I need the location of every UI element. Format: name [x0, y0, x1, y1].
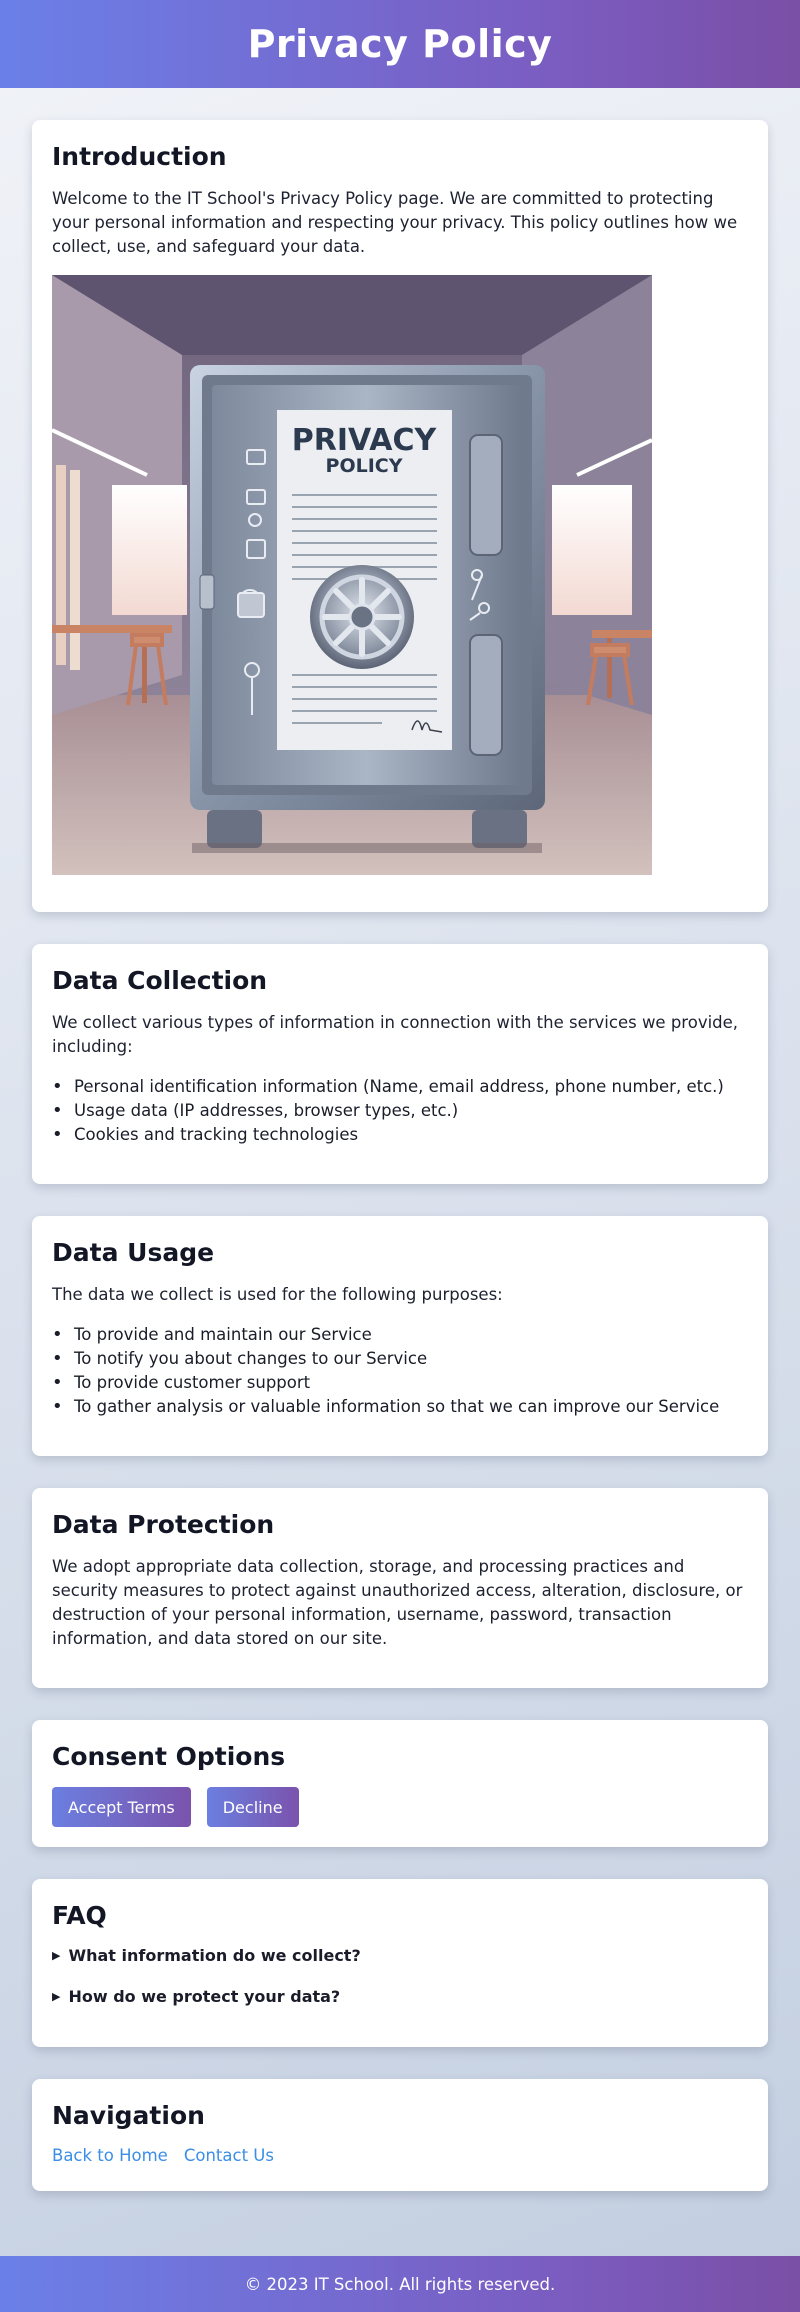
list-item: To gather analysis or valuable informati… [52, 1395, 748, 1419]
data-collection-list: Personal identification information (Nam… [52, 1075, 748, 1147]
list-item: To provide and maintain our Service [52, 1323, 748, 1347]
section-heading: Data Usage [52, 1238, 215, 1267]
list-item: To provide customer support [52, 1371, 748, 1395]
svg-text:POLICY: POLICY [326, 455, 403, 477]
faq-section: FAQ ▶ What information do we collect? ▶ … [32, 1879, 768, 2047]
list-item: Cookies and tracking technologies [52, 1123, 748, 1147]
page-header: Privacy Policy [0, 0, 800, 88]
section-heading: Navigation [52, 2101, 205, 2130]
section-heading: Data Collection [52, 966, 268, 995]
svg-text:PRIVACY: PRIVACY [292, 423, 438, 458]
consent-button-row: Accept Terms Decline [52, 1787, 748, 1827]
navigation-links: Back to Home Contact Us [52, 2146, 748, 2165]
list-item: Usage data (IP addresses, browser types,… [52, 1099, 748, 1123]
faq-question: How do we protect your data? [68, 1987, 341, 2006]
introduction-section: Introduction Welcome to the IT School's … [32, 120, 768, 912]
data-usage-section: Data Usage The data we collect is used f… [32, 1216, 768, 1456]
accept-terms-button[interactable]: Accept Terms [52, 1787, 191, 1827]
data-collection-section: Data Collection We collect various types… [32, 944, 768, 1184]
copyright-text: © 2023 IT School. All rights reserved. [244, 2274, 556, 2294]
consent-options-section: Consent Options Accept Terms Decline [32, 1720, 768, 1847]
data-usage-text: The data we collect is used for the foll… [52, 1285, 503, 1304]
privacy-safe-illustration: PRIVACY POLICY [52, 275, 652, 875]
section-heading: Introduction [52, 142, 227, 171]
decline-button[interactable]: Decline [206, 1787, 299, 1827]
data-collection-text: We collect various types of information … [52, 1013, 739, 1056]
section-heading: FAQ [52, 1901, 107, 1930]
list-item: To notify you about changes to our Servi… [52, 1347, 748, 1371]
data-protection-section: Data Protection We adopt appropriate dat… [32, 1488, 768, 1688]
page-footer: © 2023 IT School. All rights reserved. [0, 2256, 800, 2312]
disclosure-triangle-icon: ▶ [52, 1949, 61, 1962]
faq-item[interactable]: ▶ How do we protect your data? [52, 1987, 748, 2006]
section-heading: Consent Options [52, 1742, 286, 1771]
data-protection-text: We adopt appropriate data collection, st… [52, 1557, 743, 1648]
list-item: Personal identification information (Nam… [52, 1075, 748, 1099]
data-usage-list: To provide and maintain our Service To n… [52, 1323, 748, 1419]
navigation-section: Navigation Back to Home Contact Us [32, 2079, 768, 2191]
privacy-safe-image: PRIVACY POLICY [52, 275, 652, 875]
section-heading: Data Protection [52, 1510, 275, 1539]
page-title: Privacy Policy [247, 22, 553, 66]
introduction-text: Welcome to the IT School's Privacy Polic… [52, 189, 738, 256]
faq-question: What information do we collect? [68, 1946, 361, 1965]
faq-item[interactable]: ▶ What information do we collect? [52, 1946, 748, 1965]
contact-us-link[interactable]: Contact Us [184, 2146, 274, 2165]
disclosure-triangle-icon: ▶ [52, 1990, 61, 2003]
back-to-home-link[interactable]: Back to Home [52, 2146, 168, 2165]
main-content: Introduction Welcome to the IT School's … [0, 88, 800, 2263]
